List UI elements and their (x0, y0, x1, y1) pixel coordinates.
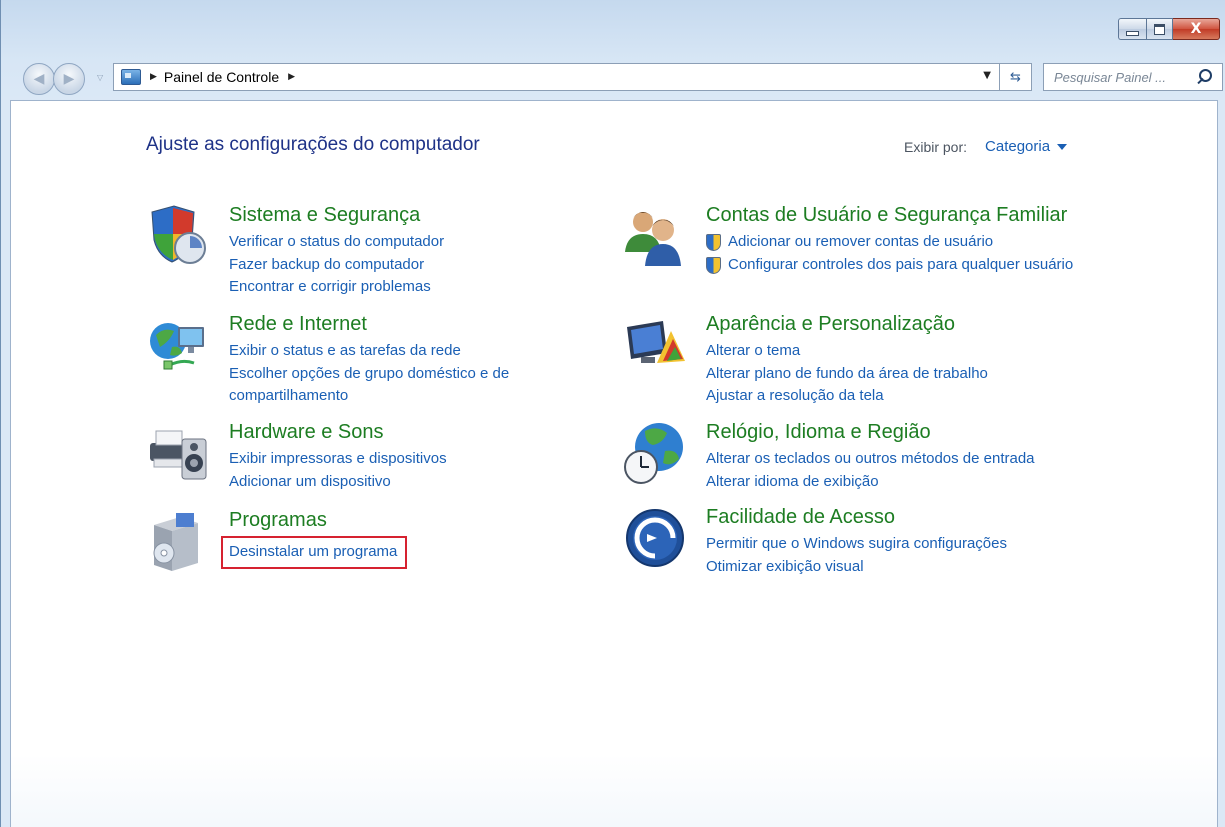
category-title[interactable]: Facilidade de Acesso (706, 506, 895, 529)
forward-button[interactable]: ▶ (53, 63, 85, 95)
link-uninstall-program[interactable]: Desinstalar um programa (229, 543, 397, 560)
back-arrow-icon: ◀ (33, 71, 45, 87)
category-links: Desinstalar um programa (221, 536, 559, 569)
nav-arrows: ◀ ▶ (23, 63, 85, 95)
category-title[interactable]: Hardware e Sons (229, 421, 384, 444)
link-text[interactable]: Configurar controles dos pais para qualq… (728, 256, 1073, 273)
category-links: Alterar os teclados ou outros métodos de… (706, 448, 1076, 493)
link-troubleshoot[interactable]: Encontrar e corrigir problemas (229, 276, 559, 299)
chevron-down-icon[interactable] (1057, 143, 1068, 150)
breadcrumb-separator-icon[interactable]: ▶ (150, 72, 157, 82)
link-verify-status[interactable]: Verificar o status do computador (229, 231, 559, 254)
programs-box-icon[interactable] (146, 509, 210, 573)
uac-shield-icon (706, 256, 721, 274)
link-add-remove-accounts[interactable]: Adicionar ou remover contas de usuário (706, 231, 1076, 254)
address-bar[interactable]: ▶ Painel de Controle ▶ ▼ (113, 63, 1000, 91)
control-panel-icon (121, 69, 141, 85)
users-icon[interactable] (623, 204, 687, 268)
forward-arrow-icon: ▶ (63, 71, 75, 87)
breadcrumb-control-panel[interactable]: Painel de Controle (164, 69, 279, 85)
network-globe-icon[interactable] (146, 313, 210, 377)
uac-shield-icon (706, 234, 721, 251)
category-links: Alterar o tema Alterar plano de fundo da… (706, 340, 1076, 408)
category-links: Adicionar ou remover contas de usuário C… (706, 231, 1076, 276)
printer-speaker-icon[interactable] (146, 421, 210, 485)
link-display-language[interactable]: Alterar idioma de exibição (706, 471, 1076, 494)
recent-pages-dropdown[interactable]: ▽ (97, 73, 103, 82)
category-links: Permitir que o Windows sugira configuraç… (706, 533, 1076, 578)
link-homegroup[interactable]: Escolher opções de grupo doméstico e de … (229, 363, 559, 408)
navigation-bar: ◀ ▶ ▽ ▶ Painel de Controle ▶ ▼ ⇆ Pesquis… (1, 60, 1225, 95)
search-box[interactable]: Pesquisar Painel ... (1043, 63, 1223, 91)
link-adjust-resolution[interactable]: Ajustar a resolução da tela (706, 385, 1076, 408)
window-controls: X (1118, 18, 1220, 40)
control-panel-window: X ◀ ▶ ▽ ▶ Painel de Controle ▶ ▼ ⇆ Pesqu… (0, 0, 1225, 827)
link-add-device[interactable]: Adicionar um dispositivo (229, 471, 559, 494)
address-dropdown-icon[interactable]: ▼ (983, 70, 991, 81)
close-icon: X (1190, 21, 1202, 37)
back-button[interactable]: ◀ (23, 63, 55, 95)
view-by-label: Exibir por: (904, 138, 968, 155)
link-printers-devices[interactable]: Exibir impressoras e dispositivos (229, 448, 559, 471)
category-links: Verificar o status do computador Fazer b… (229, 231, 559, 299)
minimize-button[interactable] (1118, 18, 1146, 40)
view-by-dropdown[interactable]: Categoria (985, 138, 1050, 155)
category-title[interactable]: Relógio, Idioma e Região (706, 421, 931, 444)
category-links: Exibir o status e as tarefas da rede Esc… (229, 340, 559, 408)
highlight-box: Desinstalar um programa (221, 536, 408, 569)
category-title[interactable]: Contas de Usuário e Segurança Familiar (706, 204, 1067, 227)
shield-security-icon[interactable] (146, 204, 210, 268)
minimize-icon (1126, 30, 1139, 36)
link-backup[interactable]: Fazer backup do computador (229, 254, 559, 277)
search-input[interactable]: Pesquisar Painel ... (1054, 70, 1196, 85)
category-title[interactable]: Aparência e Personalização (706, 313, 955, 336)
page-title: Ajuste as configurações do computador (146, 134, 480, 155)
link-windows-suggest[interactable]: Permitir que o Windows sugira configuraç… (706, 533, 1076, 556)
link-text[interactable]: Adicionar ou remover contas de usuário (728, 233, 993, 250)
monitor-paint-icon[interactable] (623, 313, 687, 377)
refresh-icon: ⇆ (1010, 69, 1021, 85)
ease-of-access-icon[interactable] (623, 506, 687, 570)
view-by: Exibir por: Categoria (904, 138, 1068, 155)
category-title[interactable]: Programas (229, 509, 327, 532)
category-links: Exibir impressoras e dispositivos Adicio… (229, 448, 559, 493)
category-title[interactable]: Sistema e Segurança (229, 204, 420, 227)
link-uninstall-wrapper: Desinstalar um programa (221, 536, 559, 569)
close-button[interactable]: X (1173, 18, 1220, 40)
link-network-status[interactable]: Exibir o status e as tarefas da rede (229, 340, 559, 363)
link-optimize-visual[interactable]: Otimizar exibição visual (706, 556, 1076, 579)
search-icon[interactable] (1196, 67, 1216, 87)
refresh-button[interactable]: ⇆ (1000, 63, 1032, 91)
category-title[interactable]: Rede e Internet (229, 313, 367, 336)
globe-clock-icon[interactable] (623, 421, 687, 485)
breadcrumb-separator-icon[interactable]: ▶ (288, 72, 295, 82)
content-pane: Ajuste as configurações do computador Ex… (10, 100, 1218, 827)
maximize-button[interactable] (1146, 18, 1173, 40)
title-bar: X (1, 0, 1225, 56)
maximize-icon (1154, 23, 1165, 35)
link-parental-controls[interactable]: Configurar controles dos pais para qualq… (706, 254, 1076, 277)
link-change-theme[interactable]: Alterar o tema (706, 340, 1076, 363)
link-change-background[interactable]: Alterar plano de fundo da área de trabal… (706, 363, 1076, 386)
link-keyboards-input[interactable]: Alterar os teclados ou outros métodos de… (706, 448, 1076, 471)
